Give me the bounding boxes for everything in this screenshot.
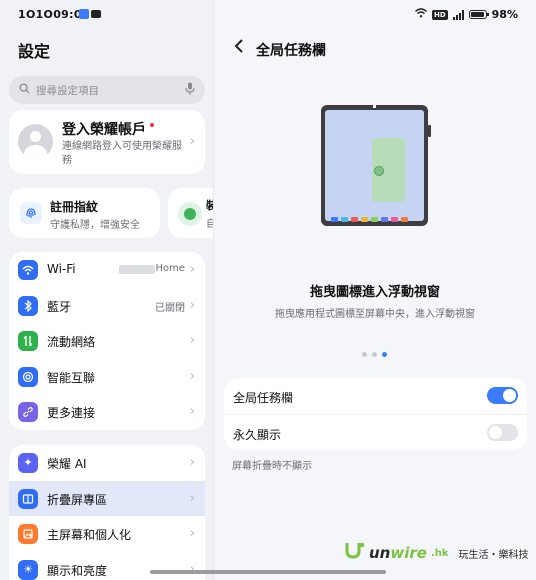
sidebar-item-mobile-data[interactable]: 流動網絡 › xyxy=(9,323,205,359)
notification-app-icon xyxy=(91,10,101,18)
ai-icon: ✦ xyxy=(18,453,38,473)
side-button xyxy=(428,125,431,137)
connectivity-group: Wi-Fi Home › 藍牙 已關閉 › 流動網絡 › 智能互聯 › 更多連接… xyxy=(9,252,205,430)
global-taskbar-toggle[interactable] xyxy=(487,387,518,404)
fingerprint-icon xyxy=(20,202,42,224)
sidebar-item-label: 智能互聯 xyxy=(47,370,96,385)
watermark-domain: .hk xyxy=(430,547,449,559)
status-bar: 1O1O09:05 HD 98% xyxy=(0,0,536,28)
fold-icon xyxy=(18,488,38,509)
settings-sidebar: 設定 搜尋設定項目 登入榮耀帳戶 連線網路登入可使用榮耀服務 › 註冊指紋 守護… xyxy=(0,0,213,580)
sidebar-item-home-screen[interactable]: 主屏幕和個人化 › xyxy=(9,516,205,552)
chevron-right-icon: › xyxy=(189,368,195,384)
page-dot xyxy=(372,352,377,357)
chevron-right-icon: › xyxy=(189,561,195,577)
setting-global-taskbar: 全局任務欄 xyxy=(224,378,527,414)
home-screen-icon xyxy=(18,524,38,544)
watermark-logo-text: un xyxy=(369,544,391,562)
device-group: ✦ 榮耀 AI › 折疊屏專區 › 主屏幕和個人化 › ☀ 顯示和亮度 › xyxy=(9,445,205,580)
sidebar-item-label: 更多連接 xyxy=(47,406,96,420)
sidebar-item-smart-connect[interactable]: 智能互聯 › xyxy=(9,359,205,395)
notification-app-icon xyxy=(79,9,89,19)
sidebar-item-bluetooth[interactable]: 藍牙 已關閉 › xyxy=(9,288,205,324)
signal-icon xyxy=(452,9,464,20)
link-icon xyxy=(18,402,38,422)
detail-title: 全局任務欄 xyxy=(256,43,326,59)
home-indicator[interactable] xyxy=(150,570,386,574)
battery-level-fill xyxy=(470,12,485,17)
illustration-title: 拖曳圖標進入浮動視窗 xyxy=(309,285,440,300)
sidebar-item-foldable[interactable]: 折疊屏專區 › xyxy=(9,480,205,516)
sidebar-item-label: 流動網絡 xyxy=(47,335,96,349)
notification-dot xyxy=(150,123,154,127)
sidebar-item-honor-ai[interactable]: ✦ 榮耀 AI › xyxy=(9,445,205,481)
fingerprint-title: 註冊指紋 xyxy=(50,200,99,214)
mic-icon[interactable] xyxy=(185,82,195,98)
search-icon xyxy=(19,83,30,97)
illustration-subtitle: 拖曳應用程式圖標至屏幕中央，進入浮動視窗 xyxy=(275,309,475,320)
search-input[interactable]: 搜尋設定項目 xyxy=(9,76,205,104)
device-card[interactable]: 裝 自 xyxy=(168,188,213,238)
account-subtitle: 連線網路登入可使用榮耀服務 xyxy=(62,141,182,166)
sidebar-item-label: 榮耀 AI xyxy=(47,457,87,471)
taskbar-dock xyxy=(331,217,408,222)
wifi-network-value: Home xyxy=(155,263,185,274)
setting-label: 全局任務欄 xyxy=(233,391,294,405)
device-card-subtitle: 自 xyxy=(206,219,213,230)
sidebar-item-label: Wi-Fi xyxy=(47,262,76,276)
sidebar-item-label: 主屏幕和個人化 xyxy=(47,528,132,542)
page-dot-active xyxy=(382,352,387,357)
setting-label: 永久顯示 xyxy=(233,428,282,442)
chevron-right-icon: › xyxy=(189,262,195,277)
always-show-toggle[interactable] xyxy=(487,424,518,441)
account-card[interactable]: 登入榮耀帳戶 連線網路登入可使用榮耀服務 › xyxy=(9,110,205,174)
page-title: 設定 xyxy=(18,42,51,61)
bluetooth-status: 已關閉 xyxy=(155,302,185,314)
search-placeholder: 搜尋設定項目 xyxy=(36,84,99,97)
sidebar-item-label: 藍牙 xyxy=(47,299,72,314)
chevron-right-icon: › xyxy=(189,297,195,313)
wifi-status-icon xyxy=(415,8,427,21)
avatar xyxy=(18,124,53,159)
account-title: 登入榮耀帳戶 xyxy=(62,122,146,138)
wifi-redacted-name xyxy=(119,265,155,274)
sidebar-item-display[interactable]: ☀ 顯示和亮度 › xyxy=(9,552,205,580)
page-dot xyxy=(362,352,367,357)
back-arrow-icon[interactable] xyxy=(234,38,244,59)
device-screen xyxy=(325,110,424,221)
sidebar-item-wifi[interactable]: Wi-Fi Home › xyxy=(9,252,205,288)
fingerprint-card[interactable]: 註冊指紋 守護私隱，增強安全 xyxy=(9,188,160,238)
sidebar-item-label: 折疊屏專區 xyxy=(47,492,108,507)
page-indicator[interactable] xyxy=(362,352,387,357)
sidebar-item-label: 顯示和亮度 xyxy=(47,563,108,578)
bluetooth-icon xyxy=(18,295,38,316)
setting-hint: 屏幕折疊時不顯示 xyxy=(232,461,312,472)
watermark-logo-text-accent: wire xyxy=(390,544,427,562)
setting-always-show: 永久顯示 xyxy=(224,414,527,450)
foldable-device-illustration xyxy=(321,104,431,226)
wifi-icon xyxy=(18,260,38,280)
watermark-slogan: 玩生活・樂科技 xyxy=(458,549,529,561)
chevron-right-icon: › xyxy=(189,526,195,541)
brightness-icon: ☀ xyxy=(18,559,38,580)
chevron-right-icon: › xyxy=(189,134,195,149)
fingerprint-subtitle: 守護私隱，增強安全 xyxy=(50,220,140,231)
chevron-right-icon: › xyxy=(189,455,195,470)
device-card-title: 裝 xyxy=(206,199,213,212)
sidebar-item-more-connections[interactable]: 更多連接 › xyxy=(9,394,205,430)
battery-percentage: 98% xyxy=(491,8,518,21)
dragged-app-icon xyxy=(374,166,384,176)
chevron-right-icon: › xyxy=(189,404,195,419)
chevron-right-icon: › xyxy=(189,490,195,506)
hd-call-icon: HD xyxy=(431,9,448,20)
chevron-right-icon: › xyxy=(189,333,195,348)
battery-icon xyxy=(468,10,489,19)
taskbar-settings-card: 全局任務欄 永久顯示 xyxy=(224,378,527,450)
unwire-logo-icon xyxy=(343,541,365,565)
mobile-data-icon xyxy=(18,331,38,351)
device-care-icon xyxy=(178,202,202,226)
fold-hinge xyxy=(373,104,376,108)
smart-connect-icon xyxy=(18,366,38,387)
watermark: unwire .hk 玩生活・樂科技 xyxy=(343,541,529,565)
